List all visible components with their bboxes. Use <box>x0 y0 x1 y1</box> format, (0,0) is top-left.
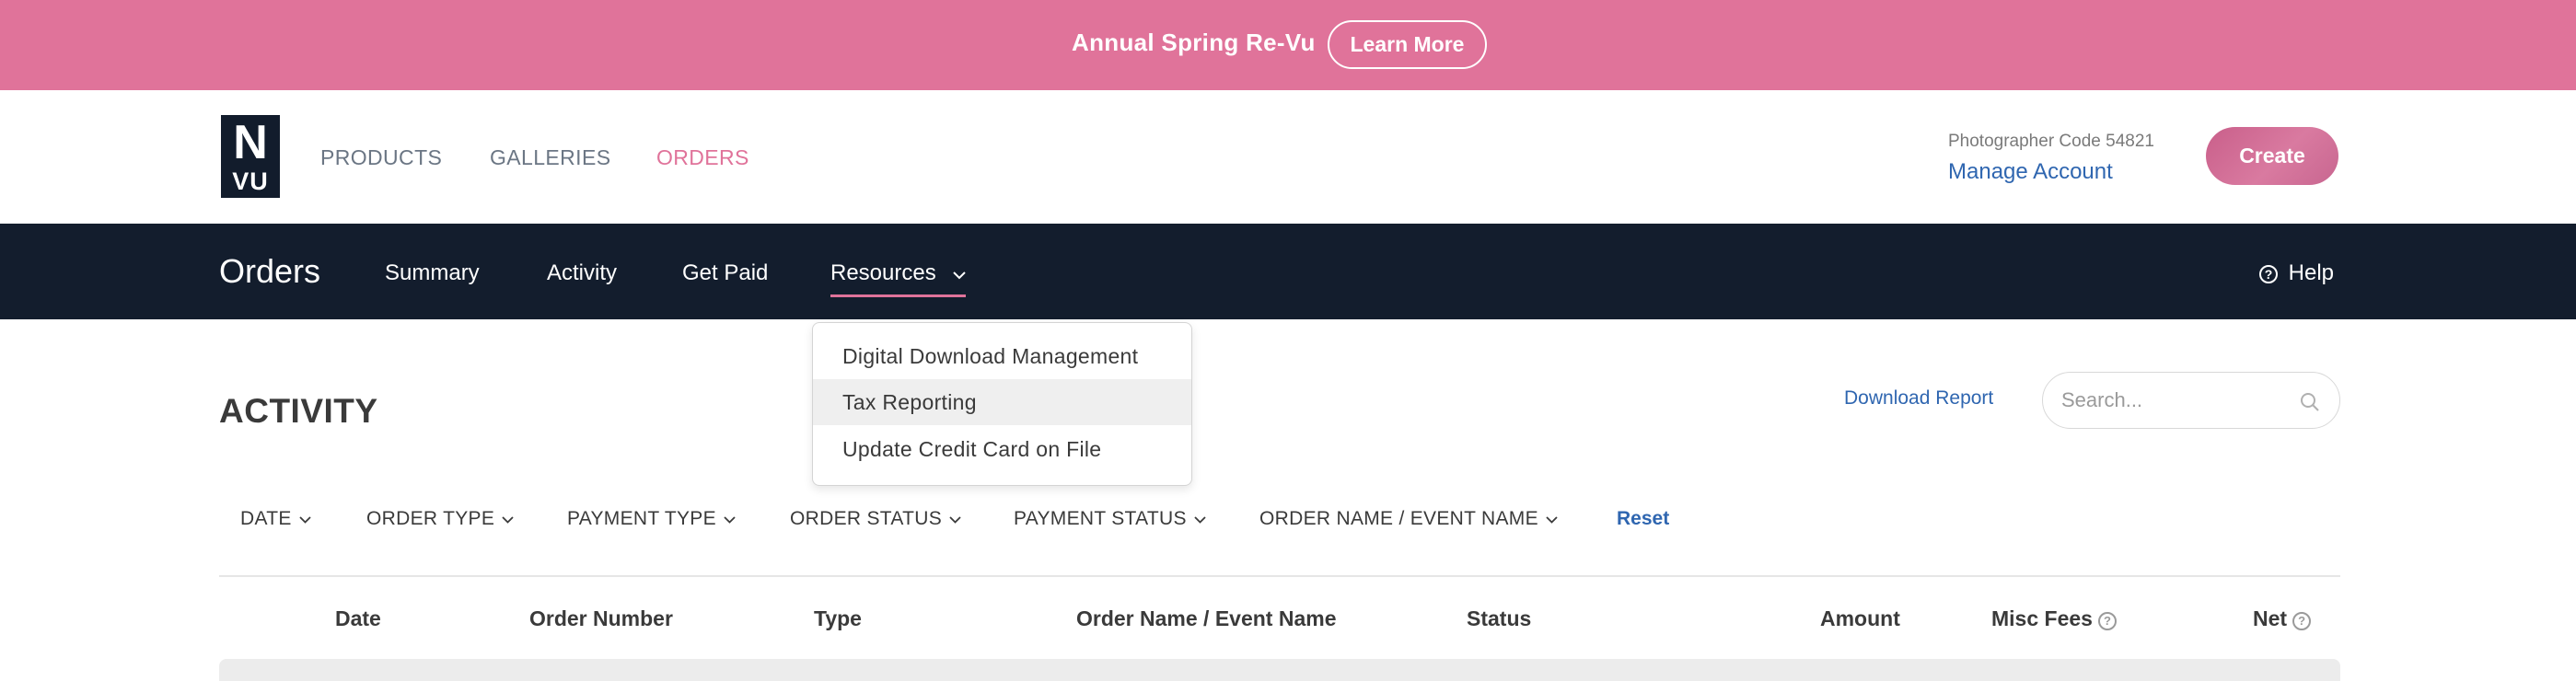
filter-order-name[interactable]: ORDER NAME / EVENT NAME <box>1259 508 1558 530</box>
logo-subtext: VU <box>232 167 269 195</box>
nav-products[interactable]: PRODUCTS <box>320 145 442 170</box>
filter-order-status[interactable]: ORDER STATUS <box>790 508 961 530</box>
search-input[interactable] <box>2061 386 2282 415</box>
promo-text: Annual Spring Re-Vu <box>1072 29 1316 56</box>
section-title: Orders <box>219 252 321 290</box>
resources-dropdown-menu: Digital Download Management Tax Reportin… <box>812 322 1192 486</box>
promo-banner: Annual Spring Re-Vu Learn More <box>0 0 2576 90</box>
column-header-order-number[interactable]: Order Number <box>529 606 673 631</box>
orders-subnav: Orders Summary Activity Get Paid Resourc… <box>0 224 2576 319</box>
nav-orders[interactable]: ORDERS <box>656 145 749 170</box>
column-header-net[interactable]: Net? <box>2253 606 2312 631</box>
chevron-down-icon <box>299 516 311 524</box>
info-icon[interactable]: ? <box>2097 612 2117 630</box>
tab-summary[interactable]: Summary <box>385 260 480 286</box>
page-title: ACTIVITY <box>219 392 378 430</box>
chevron-down-icon <box>949 516 961 524</box>
chevron-down-icon <box>953 260 967 286</box>
download-report-link[interactable]: Download Report <box>1844 387 1993 410</box>
filter-payment-type[interactable]: PAYMENT TYPE <box>567 508 736 530</box>
filter-label: ORDER TYPE <box>366 508 495 529</box>
chevron-down-icon <box>1546 516 1558 524</box>
active-tab-underline <box>830 294 966 297</box>
menu-item-digital-download-management[interactable]: Digital Download Management <box>813 333 1191 379</box>
tab-activity[interactable]: Activity <box>547 260 617 286</box>
table-row <box>219 659 2340 681</box>
filter-label: ORDER STATUS <box>790 508 942 529</box>
help-link[interactable]: ? Help <box>2259 260 2334 286</box>
help-label: Help <box>2288 260 2335 285</box>
search-box <box>2042 372 2340 429</box>
filter-label: PAYMENT STATUS <box>1014 508 1187 529</box>
tab-resources[interactable]: Resources <box>830 260 967 286</box>
help-icon: ? <box>2259 265 2278 283</box>
filter-divider <box>219 575 2340 577</box>
search-icon[interactable] <box>2299 391 2321 413</box>
logo[interactable]: N VU <box>221 115 280 198</box>
chevron-down-icon <box>1194 516 1206 524</box>
column-header-order-name[interactable]: Order Name / Event Name <box>1076 606 1337 631</box>
filter-label: PAYMENT TYPE <box>567 508 716 529</box>
nav-galleries[interactable]: GALLERIES <box>490 145 610 170</box>
filter-label: DATE <box>240 508 292 529</box>
tab-resources-label: Resources <box>830 260 936 285</box>
column-header-date[interactable]: Date <box>335 606 381 631</box>
photographer-code: Photographer Code 54821 <box>1948 132 2154 151</box>
filter-label: ORDER NAME / EVENT NAME <box>1259 508 1538 529</box>
chevron-down-icon <box>724 516 736 524</box>
manage-account-link[interactable]: Manage Account <box>1948 159 2113 185</box>
column-header-label: Misc Fees <box>1991 606 2093 630</box>
create-button[interactable]: Create <box>2206 127 2338 185</box>
menu-item-update-credit-card[interactable]: Update Credit Card on File <box>813 426 1191 472</box>
filter-order-type[interactable]: ORDER TYPE <box>366 508 514 530</box>
column-header-type[interactable]: Type <box>814 606 862 631</box>
column-header-misc-fees[interactable]: Misc Fees? <box>1991 606 2117 631</box>
logo-letter: N <box>233 116 268 169</box>
menu-item-tax-reporting[interactable]: Tax Reporting <box>813 379 1191 425</box>
top-header: N VU PRODUCTS GALLERIES ORDERS Photograp… <box>0 90 2576 224</box>
reset-filters-link[interactable]: Reset <box>1617 508 1669 530</box>
tab-get-paid[interactable]: Get Paid <box>682 260 768 286</box>
chevron-down-icon <box>502 516 514 524</box>
column-header-label: Net <box>2253 606 2288 630</box>
filter-payment-status[interactable]: PAYMENT STATUS <box>1014 508 1206 530</box>
column-header-status[interactable]: Status <box>1467 606 1531 631</box>
learn-more-button[interactable]: Learn More <box>1328 20 1487 69</box>
column-header-amount[interactable]: Amount <box>1820 606 1900 631</box>
info-icon[interactable]: ? <box>2292 612 2312 630</box>
filter-date[interactable]: DATE <box>240 508 311 530</box>
